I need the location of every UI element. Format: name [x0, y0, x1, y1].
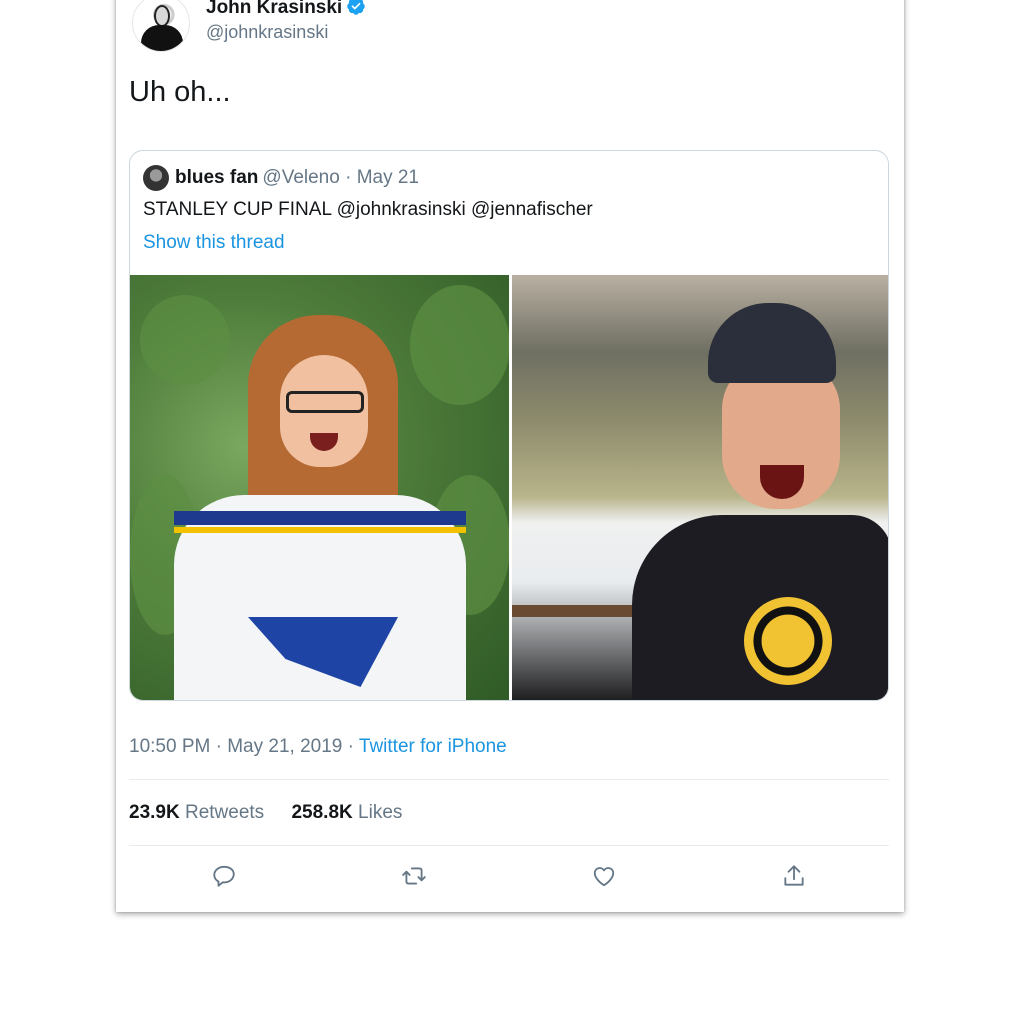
- jersey-stripe-shape: [174, 511, 466, 525]
- tweet-actions: [116, 856, 904, 896]
- jersey-stripe-shape: [174, 527, 466, 533]
- tweet-source-link[interactable]: Twitter for iPhone: [359, 736, 507, 757]
- media-photo-left[interactable]: [130, 275, 509, 700]
- tweet-text: Uh oh...: [129, 76, 231, 108]
- media-photo-right[interactable]: [511, 275, 888, 700]
- reply-button[interactable]: [204, 856, 244, 896]
- cap-shape: [707, 303, 836, 383]
- tweet-card: John Krasinski @johnkrasinski Uh oh... b…: [116, 0, 904, 912]
- bruins-logo-shape: [743, 597, 832, 685]
- retweet-icon: [402, 867, 426, 885]
- quoted-media[interactable]: [130, 275, 888, 700]
- quoted-avatar: [143, 165, 169, 191]
- foliage-shape: [410, 285, 509, 405]
- avatar-head-shape: [154, 5, 170, 27]
- author-name[interactable]: John Krasinski: [206, 0, 342, 18]
- show-thread-link[interactable]: Show this thread: [143, 232, 285, 254]
- tweet-meta: 10:50 PM · May 21, 2019 · Twitter for iP…: [129, 736, 507, 758]
- verified-badge-icon: [347, 0, 365, 15]
- foliage-shape: [140, 295, 230, 385]
- glasses-shape: [286, 391, 364, 413]
- tweet-header: John Krasinski @johnkrasinski: [130, 0, 890, 60]
- retweets-count[interactable]: 23.9K: [129, 802, 180, 823]
- like-button[interactable]: [584, 856, 624, 896]
- tweet-stats: 23.9K Retweets 258.8K Likes: [129, 802, 424, 824]
- share-button[interactable]: [774, 856, 814, 896]
- heart-icon: [593, 867, 615, 887]
- chevron-down-icon[interactable]: [858, 0, 876, 4]
- likes-count[interactable]: 258.8K: [291, 802, 352, 823]
- divider: [129, 779, 889, 780]
- avatar-suit-shape: [141, 25, 183, 51]
- quoted-author-name: blues fan: [175, 167, 259, 188]
- quoted-tweet[interactable]: blues fan @Veleno · May 21 STANLEY CUP FI…: [129, 150, 889, 701]
- retweet-button[interactable]: [394, 856, 434, 896]
- share-icon: [784, 865, 804, 886]
- author-name-row[interactable]: John Krasinski: [206, 0, 366, 19]
- quoted-tweet-text: STANLEY CUP FINAL @johnkrasinski @jennaf…: [143, 199, 593, 220]
- tweet-timestamp[interactable]: 10:50 PM · May 21, 2019 ·: [129, 736, 359, 757]
- quoted-handle-date: @Veleno · May 21: [262, 167, 419, 188]
- divider: [129, 845, 889, 846]
- reply-icon: [213, 865, 235, 887]
- author-avatar[interactable]: [132, 0, 190, 52]
- retweets-label[interactable]: Retweets: [185, 802, 264, 823]
- likes-label[interactable]: Likes: [358, 802, 402, 823]
- author-handle[interactable]: @johnkrasinski: [206, 22, 328, 43]
- quoted-tweet-header: blues fan @Veleno · May 21: [143, 165, 419, 191]
